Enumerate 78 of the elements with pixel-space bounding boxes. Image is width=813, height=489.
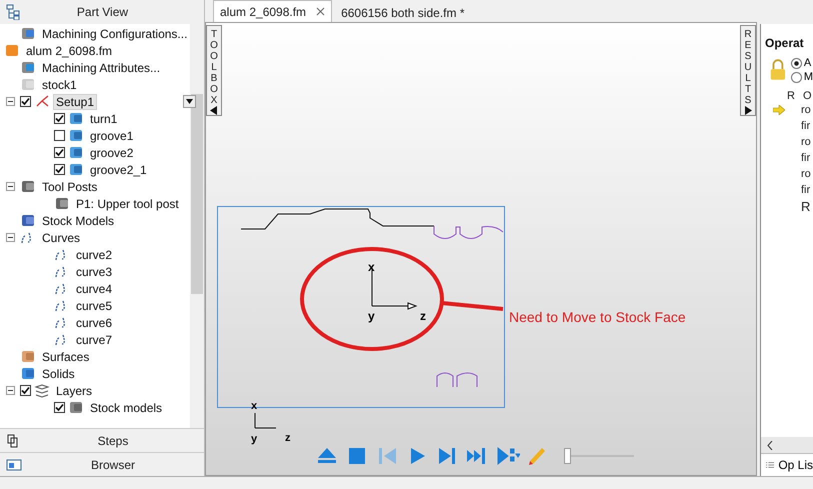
scroll-left-icon[interactable] — [767, 440, 773, 450]
tree-item[interactable]: curve3 — [73, 264, 116, 280]
tree-item[interactable]: groove2 — [87, 144, 136, 160]
tree-item[interactable]: Tool Posts — [39, 178, 100, 194]
window-icon — [6, 458, 22, 472]
collapse-icon[interactable] — [6, 386, 15, 395]
toolbox-panel[interactable]: TOOLBOX — [206, 25, 222, 116]
caret-icon — [210, 106, 218, 115]
file-icon — [4, 43, 20, 58]
axis-arrow — [254, 412, 276, 428]
tree-item[interactable]: curve2 — [73, 246, 116, 262]
table-cell: R — [801, 198, 810, 214]
panel-title: Part View — [76, 5, 130, 19]
slider-thumb[interactable] — [564, 448, 571, 464]
checkbox[interactable] — [20, 385, 31, 396]
tree-item[interactable]: Stock Models — [39, 212, 118, 228]
tree-item[interactable]: groove1 — [87, 128, 136, 144]
axis-label: z — [420, 309, 426, 323]
groove-profile — [434, 226, 504, 239]
radio-option[interactable]: M — [790, 70, 813, 84]
step-icon[interactable] — [496, 445, 520, 467]
results-panel[interactable]: RESULTS — [740, 25, 756, 116]
table-cell: fir — [801, 184, 810, 196]
panel-label: RESULTS — [743, 29, 753, 106]
table-cell: ro — [801, 168, 811, 180]
table-cell: ro — [801, 104, 811, 116]
checkbox[interactable] — [54, 402, 65, 413]
tree-item[interactable]: groove2_1 — [87, 162, 150, 178]
checkbox[interactable] — [54, 130, 65, 141]
tree-item[interactable]: Curves — [39, 230, 84, 246]
scrollbar[interactable] — [761, 437, 813, 453]
tree-item[interactable]: Machining Configurations... — [39, 26, 190, 42]
tree-item[interactable]: curve4 — [73, 280, 116, 296]
axis-label: x — [368, 260, 375, 274]
collapse-icon[interactable] — [6, 182, 15, 191]
table-cell: fir — [801, 152, 810, 164]
table-cell: ro — [801, 136, 811, 148]
panel-tab[interactable]: Op Lis — [761, 453, 813, 476]
tree-item[interactable]: Setup1 — [53, 94, 98, 110]
tree-item[interactable]: curve7 — [73, 332, 116, 348]
lock-icon — [769, 58, 787, 82]
tree-item[interactable]: Layers — [53, 382, 96, 398]
tree-item[interactable]: Stock models — [87, 400, 166, 416]
radio-option[interactable]: A — [790, 56, 813, 70]
collapse-icon[interactable] — [6, 97, 15, 106]
tree-item[interactable]: alum 2_6098.fm — [23, 42, 116, 58]
close-icon[interactable] — [316, 7, 326, 16]
caret-icon — [744, 106, 752, 115]
tree-item[interactable]: turn1 — [87, 110, 120, 126]
panel-title: Operat — [764, 35, 805, 50]
tree-item[interactable]: Solids — [39, 366, 78, 382]
panel-label: TOOLBOX — [209, 29, 219, 106]
dropdown-icon[interactable] — [183, 95, 196, 108]
column-header: R — [787, 90, 795, 102]
checkbox[interactable] — [20, 96, 31, 107]
axes-icon — [34, 94, 50, 109]
checkbox[interactable] — [54, 164, 65, 175]
tree-item[interactable]: Surfaces — [39, 348, 92, 364]
column-header: O — [802, 90, 812, 102]
annotation-text: Need to Move to Stock Face — [509, 309, 686, 325]
tree-icon — [5, 4, 21, 20]
tree-item[interactable]: curve6 — [73, 314, 116, 330]
scrollbar[interactable] — [190, 24, 204, 428]
tree-item[interactable]: Machining Attributes... — [39, 60, 164, 76]
axis-label: y — [368, 309, 375, 323]
layers-icon — [34, 383, 50, 398]
tree-item[interactable]: curve5 — [73, 298, 116, 314]
document-tab[interactable]: alum 2_6098.fm — [213, 0, 332, 22]
collapse-icon[interactable] — [6, 233, 15, 242]
axis-label: z — [285, 432, 290, 444]
tree-item[interactable]: stock1 — [39, 76, 80, 92]
tree-item[interactable]: P1: Upper tool post — [73, 196, 182, 212]
axis-label: y — [251, 433, 258, 445]
groove-profile — [436, 372, 478, 388]
leader-line — [442, 301, 504, 311]
checkbox[interactable] — [54, 147, 65, 158]
checkbox[interactable] — [54, 113, 65, 124]
table-cell: fir — [801, 120, 810, 132]
